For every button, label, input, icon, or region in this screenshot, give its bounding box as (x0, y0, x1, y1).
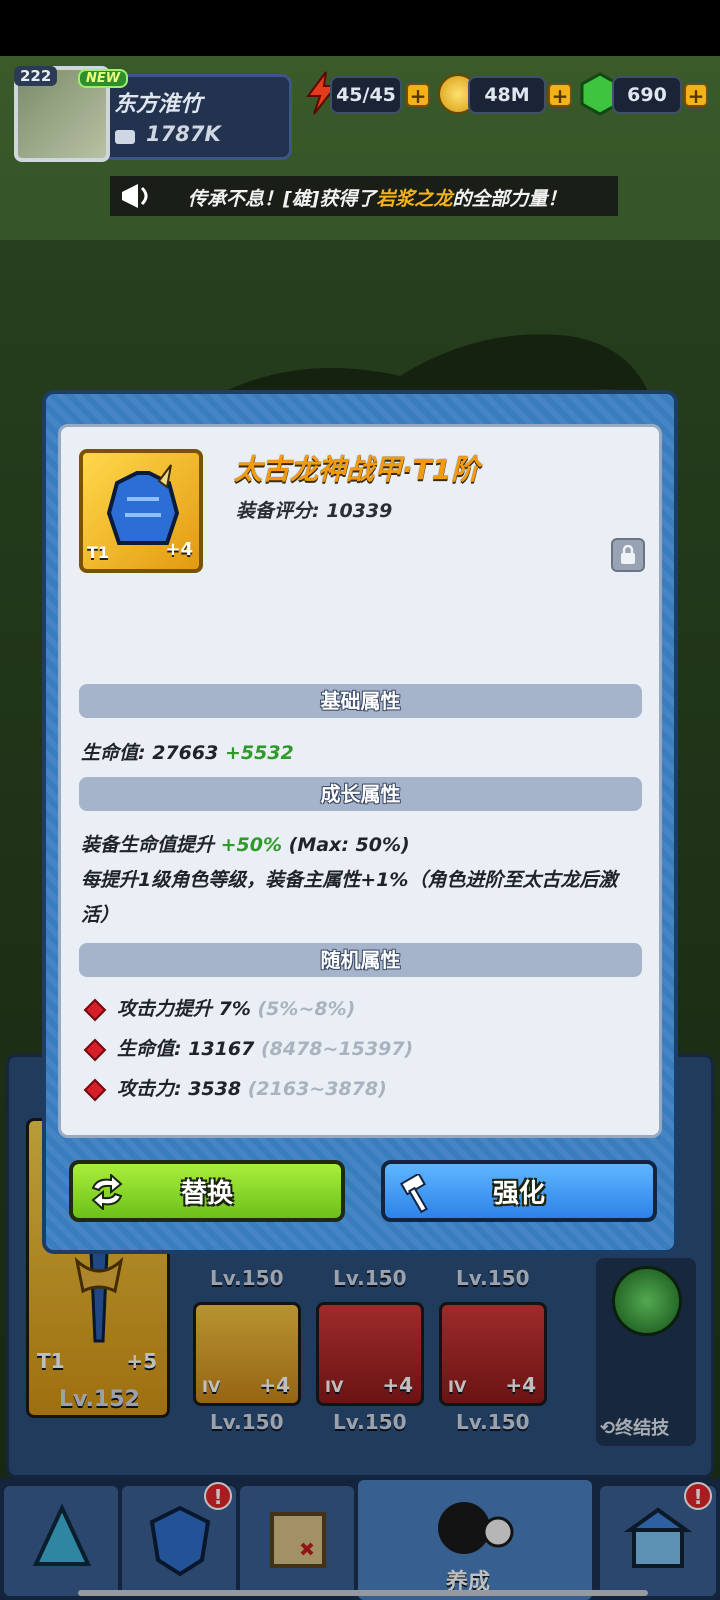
enhance-button[interactable]: 强化 (381, 1160, 657, 1222)
basic-stat-hp: 生命值: 27663 +5532 (81, 742, 294, 764)
lock-icon (621, 545, 635, 564)
add-stamina-button[interactable]: + (406, 83, 430, 107)
section-growth-header: 成长属性 (79, 777, 642, 811)
gold-display: 48M (468, 76, 546, 114)
random-stat: 攻击力: 3538 (2163~3878) (81, 1074, 387, 1101)
swap-icon (91, 1174, 123, 1210)
announcement-bar: 传承不息！[雄]获得了岩浆之龙的全部力量！ (110, 176, 618, 216)
replace-button[interactable]: 替换 (69, 1160, 345, 1222)
announcement-text: 传承不息！[雄]获得了岩浆之龙的全部力量！ (188, 188, 567, 210)
armor-icon (106, 464, 180, 545)
random-stat: 生命值: 13167 (8478~15397) (81, 1034, 413, 1061)
player-level-badge: 222 (14, 66, 58, 86)
item-title: 太古龙神战甲·T1阶 (234, 453, 480, 486)
growth-stat-line3: 活） (81, 904, 120, 926)
stamina-display: 45/45 (330, 76, 402, 114)
section-basic-header: 基础属性 (79, 684, 642, 718)
hammer-icon (399, 1174, 428, 1214)
growth-stat-line1: 装备生命值提升 +50% (Max: 50%) (81, 834, 410, 856)
growth-stat-line2: 每提升1级角色等级，装备主属性+1%（角色进阶至太古龙后激 (81, 869, 618, 891)
lock-button[interactable] (611, 538, 645, 572)
item-icon-box: T1 +4 (79, 449, 203, 573)
gem-display: 690 (612, 76, 682, 114)
red-gem-icon (83, 1078, 107, 1101)
power-value: 1787K (146, 122, 221, 146)
add-gem-button[interactable]: + (684, 83, 708, 107)
player-name: 东方淮竹 (114, 92, 203, 117)
red-gem-icon (83, 998, 107, 1021)
random-stat: 攻击力提升 7% (5%~8%) (81, 994, 355, 1021)
fist-icon (115, 130, 135, 144)
megaphone-icon (122, 184, 148, 208)
section-random-header: 随机属性 (79, 943, 642, 977)
item-plus-level: +4 (165, 539, 193, 560)
add-gold-button[interactable]: + (548, 83, 572, 107)
red-gem-icon (83, 1038, 107, 1061)
item-score: 装备评分: 10339 (236, 500, 393, 522)
item-tier: T1 (87, 543, 110, 562)
